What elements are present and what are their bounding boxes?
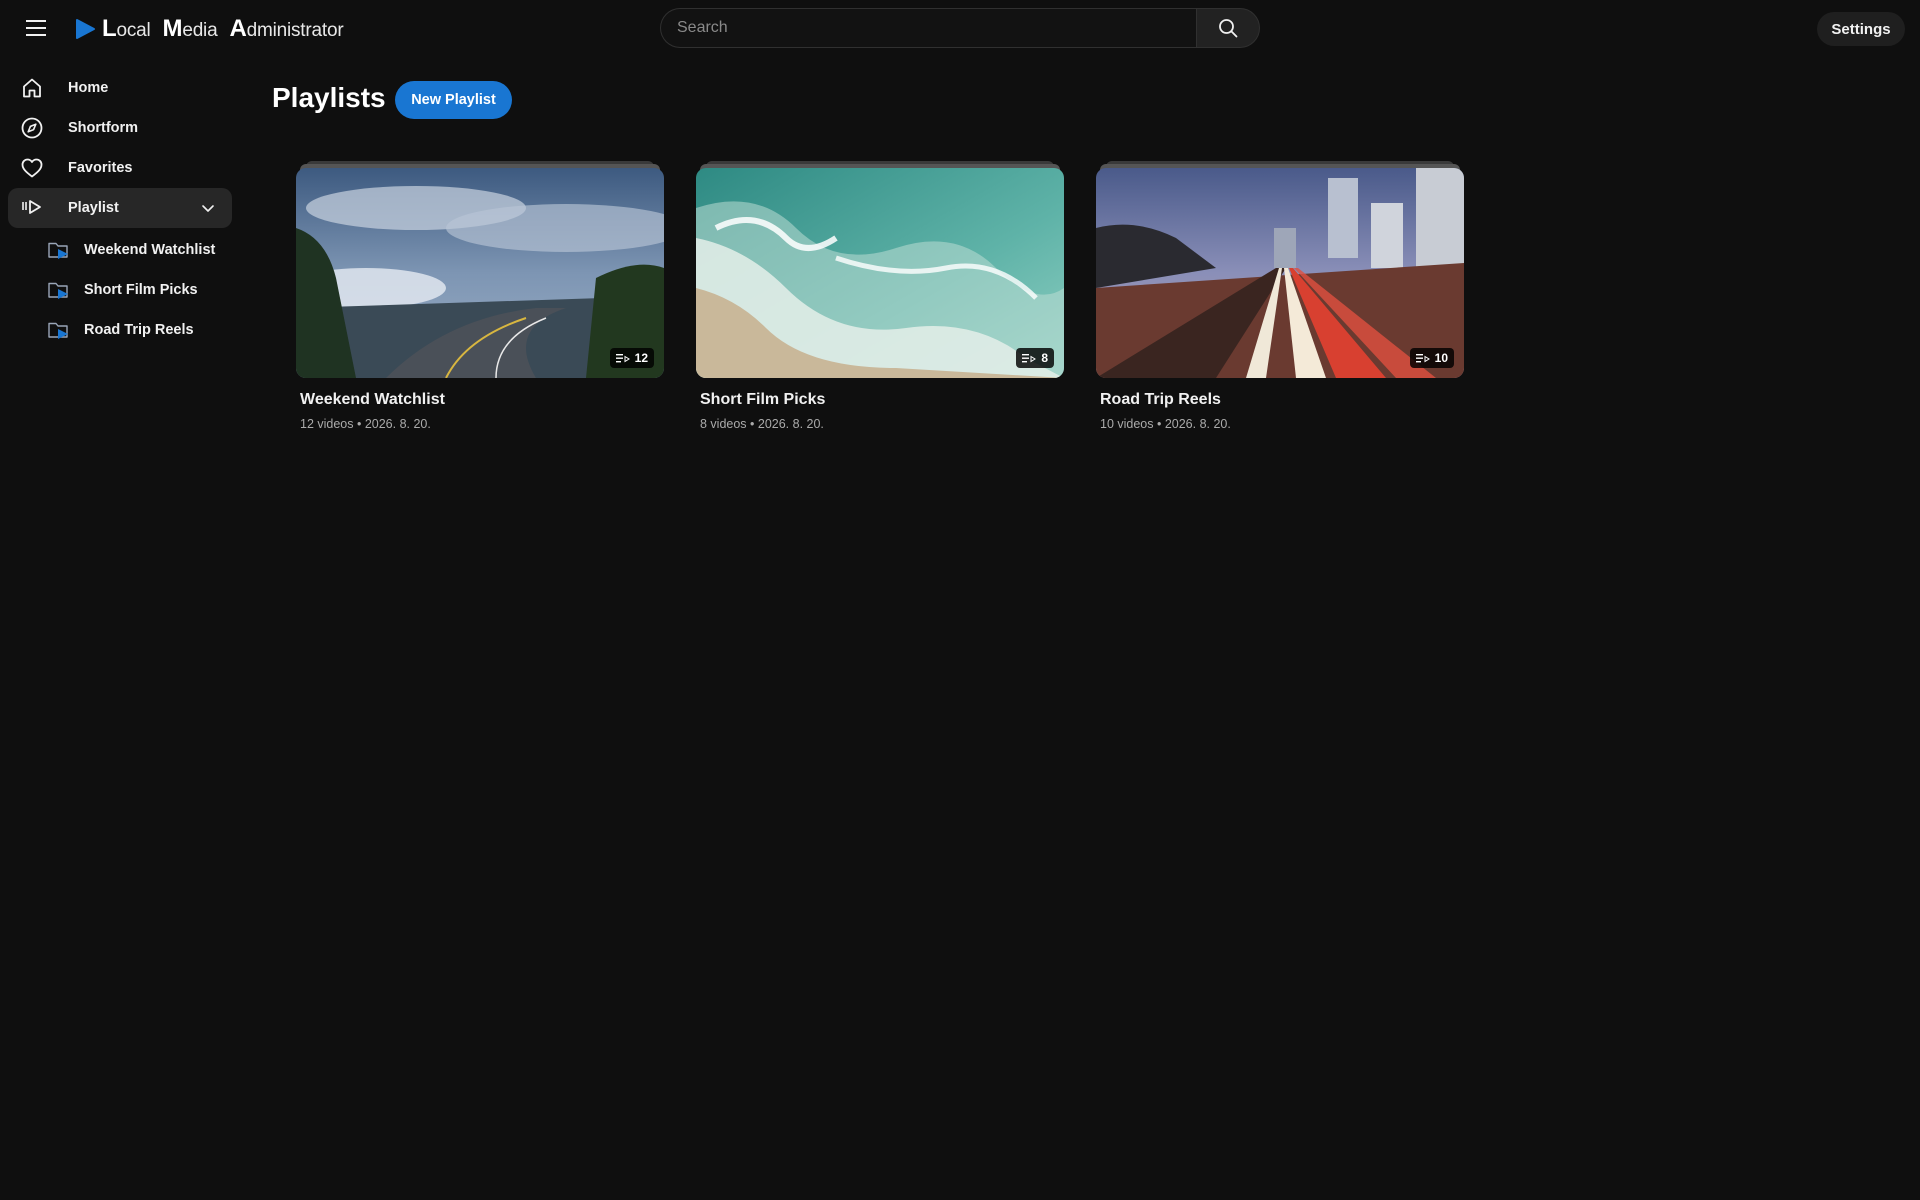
folder-play-icon (48, 242, 68, 259)
hamburger-icon (26, 20, 46, 36)
sidebar-playlist-label: Road Trip Reels (84, 322, 194, 338)
search-button[interactable] (1196, 8, 1260, 48)
sidebar-item-label: Playlist (68, 200, 119, 216)
playlist-count-icon (1415, 354, 1430, 363)
video-count: 10 (1434, 351, 1448, 365)
app-name: Local Media Administrator (102, 15, 344, 42)
sidebar-item-shortform[interactable]: Shortform (8, 108, 232, 148)
page-title: Playlists (272, 82, 386, 113)
playlist-count-icon (1022, 354, 1037, 363)
video-count: 8 (1041, 351, 1048, 365)
playlist-title[interactable]: Weekend Watchlist (300, 391, 445, 409)
playlist-meta: 10 videos • 2026. 8. 20. (1100, 417, 1231, 431)
sidebar-item-playlist[interactable]: Playlist (8, 188, 232, 228)
sidebar-item-favorites[interactable]: Favorites (8, 148, 232, 188)
playlist-icon (22, 200, 41, 214)
hamburger-menu-button[interactable] (18, 10, 54, 46)
play-icon (76, 19, 95, 39)
folder-play-icon (48, 282, 68, 299)
sidebar-playlist-road-trip-reels[interactable]: Road Trip Reels (40, 312, 232, 348)
sidebar-item-label: Favorites (68, 160, 133, 176)
playlist-thumbnail[interactable]: 12 (296, 168, 664, 378)
app-logo[interactable]: Local Media Administrator (74, 14, 344, 44)
folder-play-icon (48, 322, 68, 339)
chevron-down-icon[interactable] (200, 200, 216, 216)
sidebar-item-label: Shortform (68, 120, 139, 136)
playlist-count-icon (615, 354, 630, 363)
settings-button[interactable]: Settings (1817, 12, 1905, 46)
top-bar: LocalMediaAdministrator Settings (0, 0, 1920, 58)
sidebar-playlist-weekend-watchlist[interactable]: Weekend Watchlist (40, 232, 232, 268)
video-count-badge: 10 (1409, 348, 1454, 368)
sidebar-item-label: Home (68, 80, 109, 96)
playlist-meta: 8 videos • 2026. 8. 20. (700, 417, 824, 431)
video-count-badge: 12 (609, 348, 654, 368)
playlist-meta: 12 videos • 2026. 8. 20. (300, 417, 431, 431)
sidebar-playlist-label: Weekend Watchlist (84, 242, 216, 258)
playlist-thumbnail[interactable]: 10 (1096, 168, 1464, 378)
playlist-thumbnail[interactable]: 8 (696, 168, 1064, 378)
new-playlist-button[interactable]: New Playlist (395, 81, 512, 119)
playlist-title[interactable]: Road Trip Reels (1100, 391, 1221, 409)
compass-icon (21, 117, 43, 139)
search-icon (1219, 19, 1238, 38)
search-bar (660, 8, 1260, 48)
home-icon (23, 78, 41, 98)
sidebar-playlist-short-film-picks[interactable]: Short Film Picks (40, 272, 232, 308)
heart-icon (21, 158, 43, 178)
video-count: 12 (634, 351, 648, 365)
video-count-badge: 8 (1016, 348, 1054, 368)
playlist-title[interactable]: Short Film Picks (700, 391, 825, 409)
search-input[interactable] (660, 8, 1196, 48)
sidebar-item-home[interactable]: Home (8, 68, 232, 108)
sidebar-playlist-label: Short Film Picks (84, 282, 198, 298)
